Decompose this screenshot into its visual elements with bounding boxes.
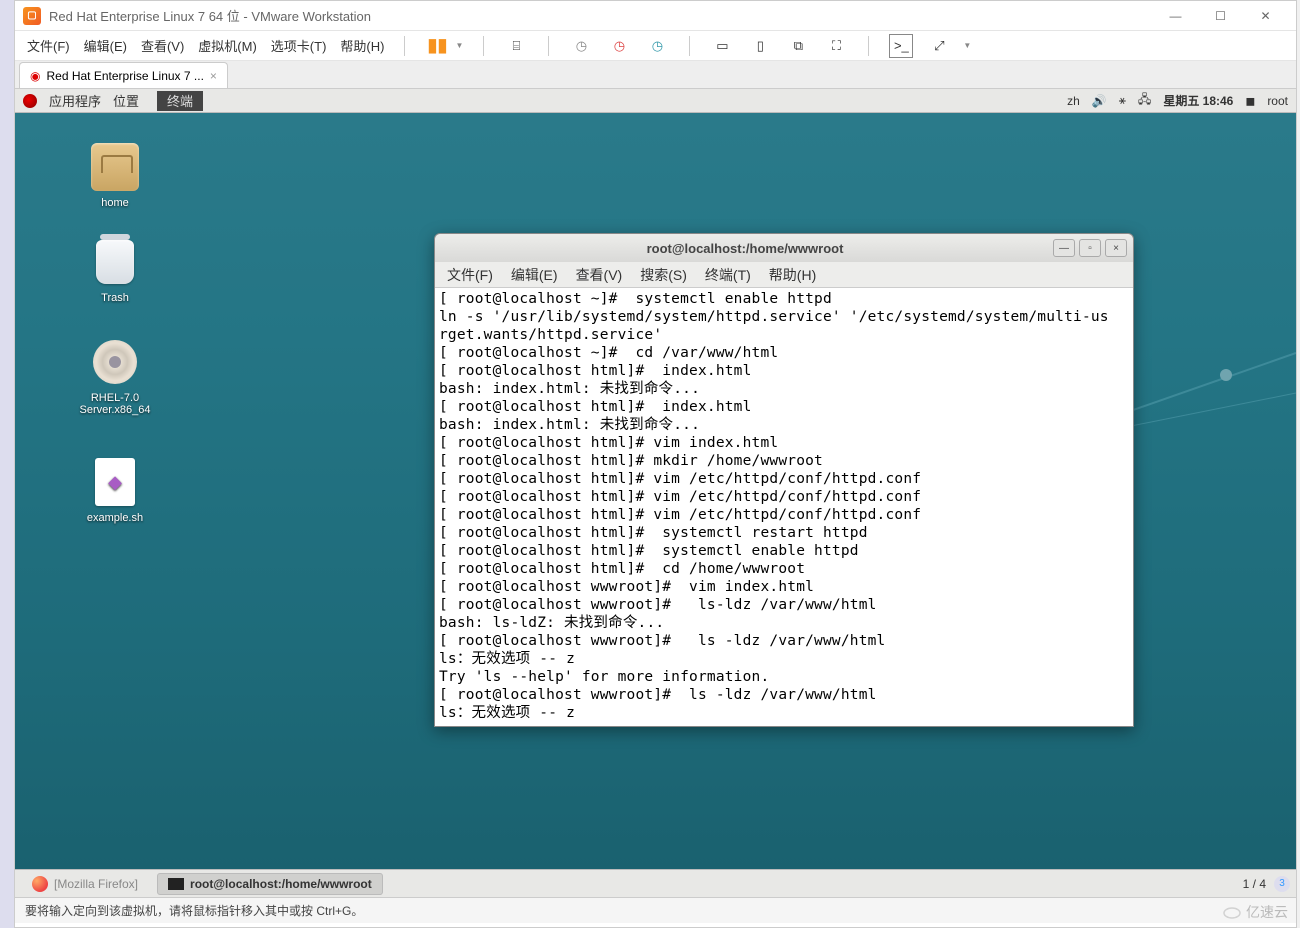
- term-menu-search[interactable]: 搜索(S): [640, 265, 687, 285]
- snapshot-manage-icon[interactable]: ◷: [645, 34, 669, 58]
- disc-icon: [91, 338, 139, 386]
- taskbar-firefox-label: [Mozilla Firefox]: [54, 877, 138, 891]
- term-menu-edit[interactable]: 编辑(E): [511, 265, 558, 285]
- icon-label: RHEL-7.0 Server.x86_64: [65, 392, 165, 416]
- icon-label: home: [65, 197, 165, 209]
- vmware-tabbar: ◉ Red Hat Enterprise Linux 7 ... ×: [15, 61, 1296, 89]
- apps-menu[interactable]: 应用程序: [49, 91, 101, 110]
- view-split-icon[interactable]: ▯: [748, 34, 772, 58]
- script-file-icon: ◆: [91, 458, 139, 506]
- power-icon[interactable]: ◼: [1245, 94, 1255, 108]
- gnome-taskbar: [Mozilla Firefox] root@localhost:/home/w…: [15, 869, 1296, 897]
- gnome-topbar: 应用程序 位置 终端 zh 🔊 ⚹ 🖧 星期五 18:46 ◼ root: [15, 89, 1296, 113]
- snapshot-revert-icon[interactable]: ◷: [607, 34, 631, 58]
- tray-icon[interactable]: 3: [1274, 876, 1290, 892]
- terminal-label: 终端: [167, 91, 193, 110]
- vmware-logo-icon: ▢: [23, 7, 41, 25]
- places-menu[interactable]: 位置: [113, 91, 139, 110]
- menu-vm[interactable]: 虚拟机(M): [198, 36, 257, 55]
- taskbar-terminal[interactable]: root@localhost:/home/wwwroot: [157, 873, 383, 895]
- desktop-icon-trash[interactable]: Trash: [65, 238, 165, 304]
- user-label[interactable]: root: [1267, 94, 1288, 108]
- terminal-task-icon: [168, 878, 184, 890]
- guest-desktop-area: 应用程序 位置 终端 zh 🔊 ⚹ 🖧 星期五 18:46 ◼ root: [15, 89, 1296, 897]
- menu-tabs[interactable]: 选项卡(T): [271, 36, 327, 55]
- fullscreen-icon[interactable]: ⤢: [927, 34, 951, 58]
- firefox-icon: [32, 876, 48, 892]
- menu-file[interactable]: 文件(F): [27, 36, 70, 55]
- terminal-indicator[interactable]: 终端: [157, 91, 203, 111]
- unity-icon[interactable]: ⧉: [786, 34, 810, 58]
- icon-label: Trash: [65, 292, 165, 304]
- close-button[interactable]: ✕: [1243, 2, 1288, 30]
- toolbar-separator: [483, 36, 484, 56]
- statusbar-text: 要将输入定向到该虚拟机，请将鼠标指针移入其中或按 Ctrl+G。: [25, 902, 363, 919]
- term-menu-help[interactable]: 帮助(H): [769, 265, 816, 285]
- icon-label: example.sh: [65, 512, 165, 524]
- vmware-titlebar: ▢ Red Hat Enterprise Linux 7 64 位 - VMwa…: [15, 1, 1296, 31]
- workspace-indicator[interactable]: 1 / 4: [1243, 877, 1266, 891]
- terminal-window: root@localhost:/home/wwwroot — ▫ × 文件(F)…: [434, 233, 1134, 727]
- terminal-title: root@localhost:/home/wwwroot: [441, 241, 1049, 256]
- folder-icon: [91, 143, 139, 191]
- menu-edit[interactable]: 编辑(E): [84, 36, 127, 55]
- redhat-icon: ◉: [30, 69, 40, 83]
- term-menu-terminal[interactable]: 终端(T): [705, 265, 751, 285]
- trash-icon: [91, 238, 139, 286]
- maximize-button[interactable]: ☐: [1198, 2, 1243, 30]
- minimize-button[interactable]: —: [1153, 2, 1198, 30]
- host-desktop-gutter: [0, 0, 14, 928]
- desktop-icon-home[interactable]: home: [65, 143, 165, 209]
- desktop-icon-example[interactable]: ◆ example.sh: [65, 458, 165, 524]
- send-cad-icon[interactable]: ⌸: [504, 34, 528, 58]
- network-icon[interactable]: 🖧: [1138, 90, 1151, 111]
- close-icon[interactable]: ×: [210, 69, 217, 83]
- toolbar-power-group: ▮▮ ▼: [425, 34, 463, 58]
- desktop-icon-disc[interactable]: RHEL-7.0 Server.x86_64: [65, 338, 165, 416]
- view-single-icon[interactable]: ▭: [710, 34, 734, 58]
- vmware-menubar: 文件(F) 编辑(E) 查看(V) 虚拟机(M) 选项卡(T) 帮助(H) ▮▮…: [15, 31, 1296, 61]
- desktop-background[interactable]: home Trash RHEL-7.0 Server.x86_64 ◆ exam…: [15, 113, 1296, 869]
- chevron-down-icon[interactable]: ▼: [455, 41, 463, 50]
- console-icon[interactable]: >_: [889, 34, 913, 58]
- bluetooth-icon[interactable]: ⚹: [1119, 93, 1126, 108]
- terminal-close-button[interactable]: ×: [1105, 239, 1127, 257]
- menu-view[interactable]: 查看(V): [141, 36, 184, 55]
- vmware-statusbar: 要将输入定向到该虚拟机，请将鼠标指针移入其中或按 Ctrl+G。: [15, 897, 1296, 923]
- taskbar-terminal-label: root@localhost:/home/wwwroot: [190, 877, 372, 891]
- vmware-window-title: Red Hat Enterprise Linux 7 64 位 - VMware…: [49, 6, 1153, 25]
- vm-tab-label: Red Hat Enterprise Linux 7 ...: [46, 69, 203, 83]
- terminal-maximize-button[interactable]: ▫: [1079, 239, 1101, 257]
- terminal-menubar: 文件(F) 编辑(E) 查看(V) 搜索(S) 终端(T) 帮助(H): [435, 262, 1133, 288]
- terminal-minimize-button[interactable]: —: [1053, 239, 1075, 257]
- watermark-text: 亿速云: [1246, 902, 1288, 922]
- menu-help[interactable]: 帮助(H): [340, 36, 384, 55]
- redhat-menu-icon[interactable]: [23, 94, 37, 108]
- clock[interactable]: 星期五 18:46: [1163, 92, 1233, 109]
- toolbar-separator: [689, 36, 690, 56]
- term-menu-view[interactable]: 查看(V): [576, 265, 623, 285]
- vmware-window: ▢ Red Hat Enterprise Linux 7 64 位 - VMwa…: [14, 0, 1297, 928]
- toolbar-separator: [868, 36, 869, 56]
- volume-icon[interactable]: 🔊: [1092, 94, 1107, 108]
- cloud-icon: [1222, 905, 1242, 919]
- pause-icon[interactable]: ▮▮: [425, 34, 449, 58]
- toolbar-separator: [404, 36, 405, 56]
- vm-tab[interactable]: ◉ Red Hat Enterprise Linux 7 ... ×: [19, 62, 228, 88]
- fullscreen-stretch-icon[interactable]: ⛶: [824, 34, 848, 58]
- terminal-titlebar[interactable]: root@localhost:/home/wwwroot — ▫ ×: [435, 234, 1133, 262]
- snapshot-take-icon[interactable]: ◷: [569, 34, 593, 58]
- watermark: 亿速云: [1222, 902, 1288, 922]
- input-lang[interactable]: zh: [1067, 94, 1080, 108]
- taskbar-firefox[interactable]: [Mozilla Firefox]: [21, 872, 149, 896]
- toolbar-separator: [548, 36, 549, 56]
- term-menu-file[interactable]: 文件(F): [447, 265, 493, 285]
- terminal-content[interactable]: [ root@localhost ~]# systemctl enable ht…: [435, 288, 1133, 726]
- chevron-down-icon[interactable]: ▼: [963, 41, 971, 50]
